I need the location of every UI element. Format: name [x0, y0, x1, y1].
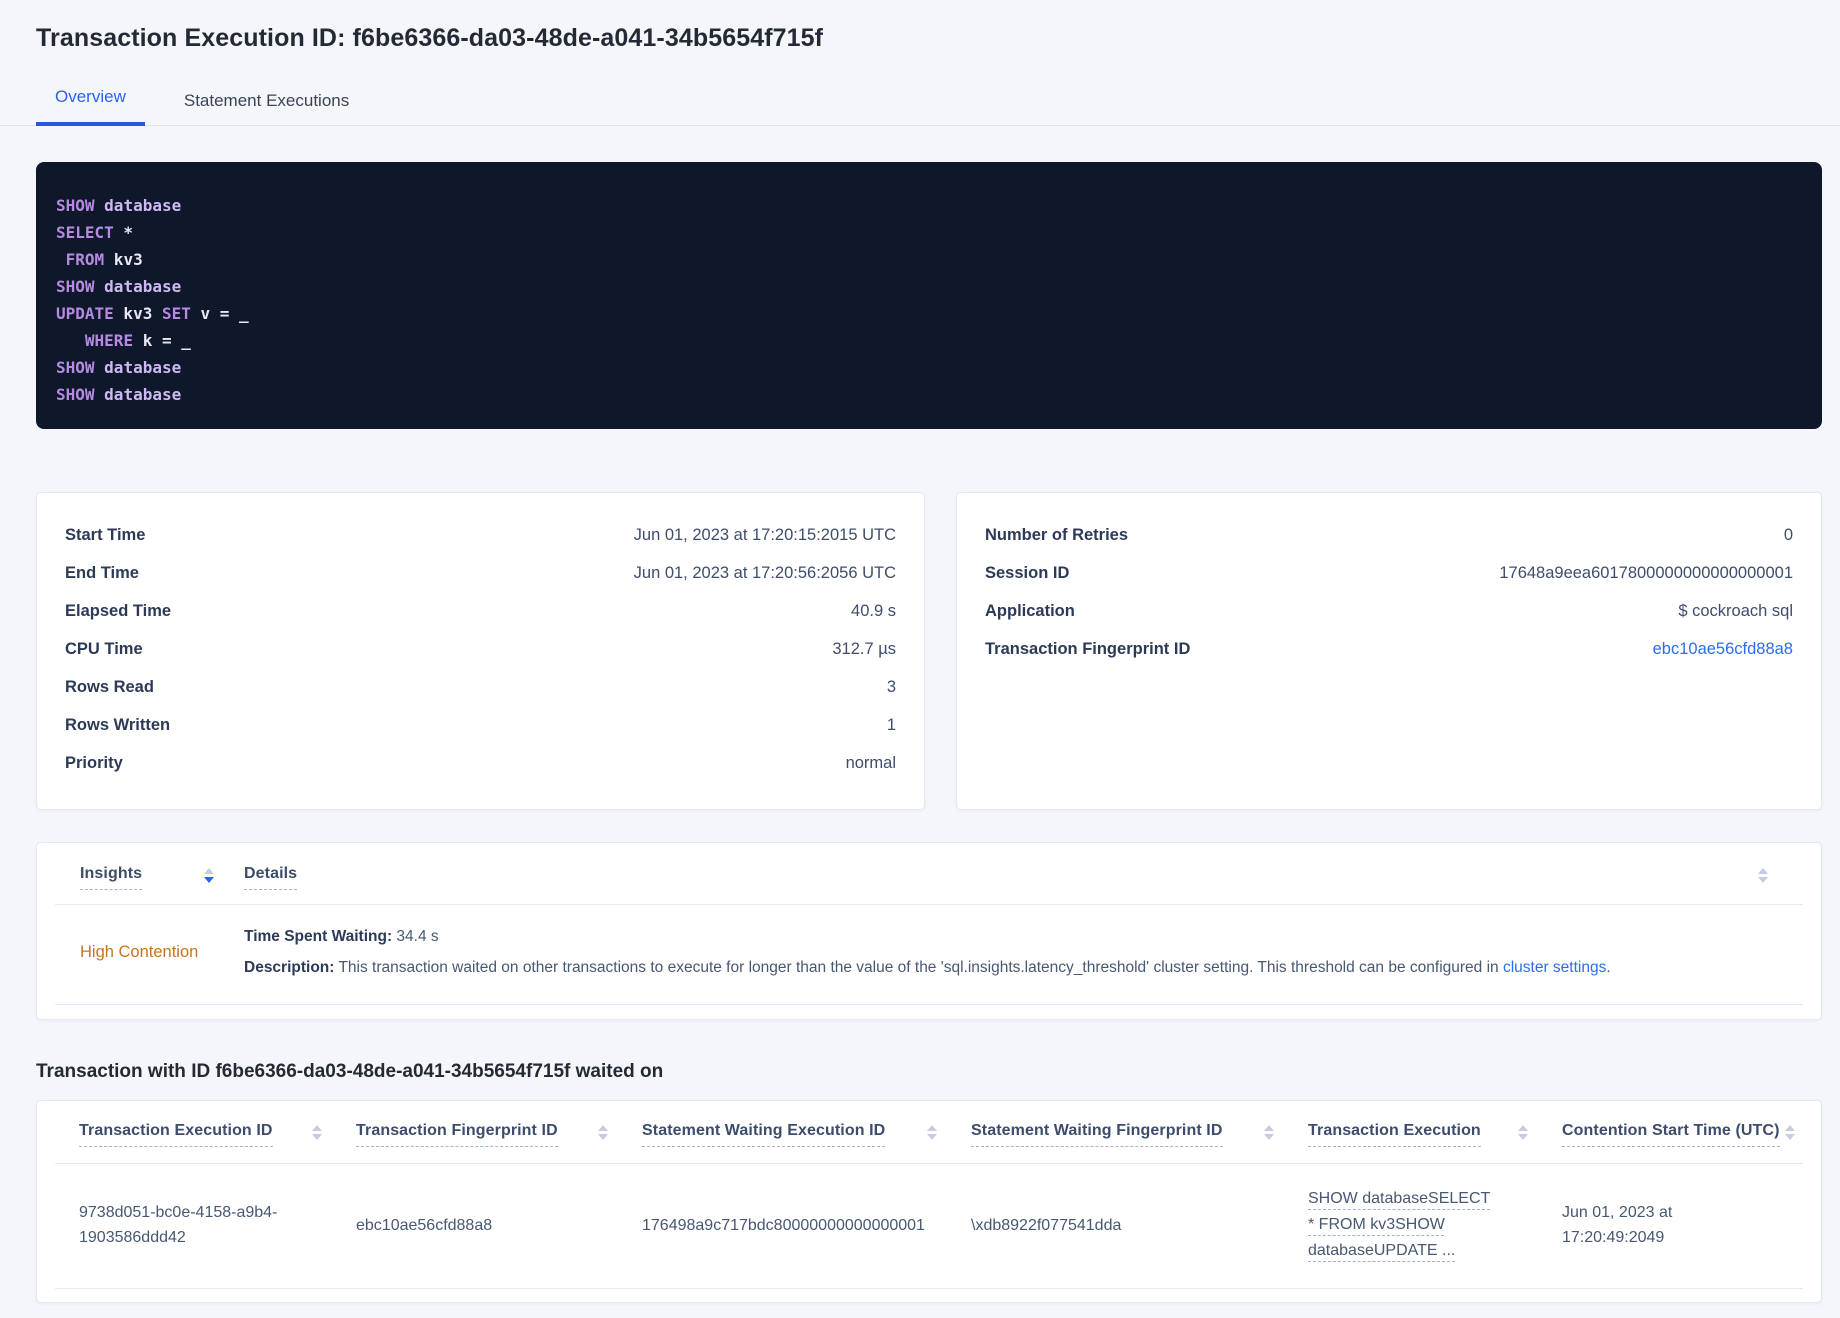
sort-icon[interactable] — [1264, 1125, 1274, 1140]
priority-value: normal — [845, 754, 896, 772]
application-label: Application — [985, 602, 1075, 620]
sql-code-line: UPDATE kv3 SET v = _ — [56, 304, 249, 323]
number-of-retries-label: Number of Retries — [985, 526, 1129, 544]
rows-written-label: Rows Written — [65, 716, 171, 734]
transaction-execution-statements-link[interactable]: SHOW databaseSELECT * FROM kv3SHOW datab… — [1308, 1186, 1494, 1264]
column-header-contention-start-time[interactable]: Contention Start Time (UTC) — [1562, 1122, 1803, 1147]
start-time-value: Jun 01, 2023 at 17:20:15:2015 UTC — [633, 526, 896, 544]
cluster-settings-link[interactable]: cluster settings — [1503, 959, 1606, 976]
summary-row-rows-written: Rows Written 1 — [65, 707, 896, 745]
summary-row-elapsed-time: Elapsed Time 40.9 s — [65, 593, 896, 631]
column-header-transaction-fingerprint-id[interactable]: Transaction Fingerprint ID — [356, 1122, 642, 1147]
column-header-statement-waiting-fingerprint-id[interactable]: Statement Waiting Fingerprint ID — [971, 1122, 1308, 1147]
summary-card-session: Number of Retries 0 Session ID 17648a9eea60… — [956, 492, 1822, 810]
sql-code-line: SHOW database — [56, 385, 182, 404]
summary-card-timing: Start Time Jun 01, 2023 at 17:20:15:2015 … — [36, 492, 925, 810]
cpu-time-label: CPU Time — [65, 640, 143, 658]
insight-type-label: High Contention — [80, 943, 199, 961]
sql-code-line: WHERE k = _ — [84, 331, 191, 350]
summary-row-number-of-retries: Number of Retries 0 — [985, 517, 1793, 555]
summary-row-transaction-fingerprint-id: Transaction Fingerprint ID ebc10ae56cfd88… — [985, 631, 1793, 669]
summary-cards-row: Start Time Jun 01, 2023 at 17:20:15:2015 … — [36, 492, 1822, 810]
sql-code-line: FROM kv3 — [65, 250, 143, 269]
insights-card: Insights Details High Contention Time Sp… — [36, 842, 1822, 1020]
end-time-label: End Time — [65, 564, 139, 582]
cpu-time-value: 312.7 µs — [832, 640, 896, 658]
summary-row-application: Application $ cockroach sql — [985, 593, 1793, 631]
statement-waiting-execution-id-cell: 176498a9c717bdc80000000000000001 — [642, 1216, 925, 1234]
waited-on-card: Transaction Execution ID Transaction Fing… — [36, 1100, 1822, 1303]
sql-statements-box: SHOW database SELECT * FROM kv3 SHOW datab… — [36, 162, 1822, 429]
sort-icon[interactable] — [1758, 868, 1768, 883]
page-title: Transaction Execution ID: f6be6366-da03-… — [36, 24, 824, 52]
column-header-statement-waiting-execution-id[interactable]: Statement Waiting Execution ID — [642, 1122, 971, 1147]
sort-icon[interactable] — [312, 1125, 322, 1140]
number-of-retries-value: 0 — [1783, 526, 1793, 544]
sort-icon[interactable] — [1785, 1125, 1795, 1140]
time-spent-waiting: Time Spent Waiting: 34.4 s — [244, 928, 439, 945]
sql-code-line: SHOW database — [56, 358, 182, 377]
elapsed-time-label: Elapsed Time — [65, 602, 172, 620]
sort-icon[interactable] — [598, 1125, 608, 1140]
summary-row-cpu-time: CPU Time 312.7 µs — [65, 631, 896, 669]
contention-start-time-cell: Jun 01, 2023 at 17:20:49:2049 — [1562, 1204, 1673, 1246]
end-time-value: Jun 01, 2023 at 17:20:56:2056 UTC — [633, 564, 896, 582]
details-column-header[interactable]: Details — [244, 865, 1803, 890]
summary-row-session-id: Session ID 17648a9eea60178000000000000000… — [985, 555, 1793, 593]
insights-table-header: Insights Details — [55, 843, 1803, 905]
tab-overview[interactable]: Overview — [36, 77, 145, 126]
waited-table-header: Transaction Execution ID Transaction Fing… — [55, 1101, 1803, 1164]
main-content: SHOW database SELECT * FROM kv3 SHOW datab… — [36, 162, 1822, 1303]
transaction-fingerprint-id-label: Transaction Fingerprint ID — [985, 640, 1191, 658]
waited-on-section-title: Transaction with ID f6be6366-da03-48de-a… — [36, 1061, 664, 1082]
sort-icon[interactable] — [927, 1125, 937, 1140]
tabs-bar: Overview Statement Executions — [0, 77, 1840, 126]
application-value: $ cockroach sql — [1678, 602, 1793, 620]
waited-table-row: 9738d051-bc0e-4158-a9b4-1903586ddd42 ebc1… — [55, 1164, 1803, 1289]
sql-code-line: SHOW database — [56, 196, 182, 215]
session-id-value: 17648a9eea6017800000000000000001 — [1499, 564, 1793, 582]
insight-description: Description: This transaction waited on … — [244, 959, 1611, 976]
summary-row-start-time: Start Time Jun 01, 2023 at 17:20:15:2015 … — [65, 517, 896, 555]
column-header-transaction-execution-id[interactable]: Transaction Execution ID — [55, 1122, 356, 1147]
insights-column-header[interactable]: Insights — [55, 865, 244, 890]
summary-row-end-time: End Time Jun 01, 2023 at 17:20:56:2056 UT… — [65, 555, 896, 593]
transaction-fingerprint-id-cell: ebc10ae56cfd88a8 — [356, 1216, 493, 1234]
sql-code-line: SHOW database — [56, 277, 182, 296]
sql-code-line: SELECT * — [56, 223, 134, 242]
rows-read-value: 3 — [886, 678, 896, 696]
transaction-execution-statements-link: SHOW databaseSELECT * FROM kv3SHOW datab… — [1308, 1186, 1562, 1264]
summary-row-priority: Priority normal — [65, 745, 896, 783]
session-id-label: Session ID — [985, 564, 1070, 582]
transaction-execution-id-cell: 9738d051-bc0e-4158-a9b4-1903586ddd42 — [79, 1204, 278, 1246]
rows-written-value: 1 — [886, 716, 896, 734]
column-header-transaction-execution[interactable]: Transaction Execution — [1308, 1122, 1562, 1147]
tab-statement-executions[interactable]: Statement Executions — [165, 81, 368, 126]
transaction-fingerprint-id-value-link[interactable]: ebc10ae56cfd88a8 — [1653, 640, 1793, 659]
insight-row: High Contention Time Spent Waiting: 34.4… — [55, 905, 1803, 1005]
insight-details: Time Spent Waiting: 34.4 s Description: … — [244, 926, 1803, 979]
start-time-label: Start Time — [65, 526, 146, 544]
rows-read-label: Rows Read — [65, 678, 154, 696]
summary-row-rows-read: Rows Read 3 — [65, 669, 896, 707]
elapsed-time-value: 40.9 s — [851, 602, 896, 620]
statement-waiting-fingerprint-id-cell: \xdb8922f077541dda — [971, 1216, 1122, 1234]
sort-icon[interactable] — [204, 868, 214, 883]
sort-icon[interactable] — [1518, 1125, 1528, 1140]
priority-label: Priority — [65, 754, 123, 772]
